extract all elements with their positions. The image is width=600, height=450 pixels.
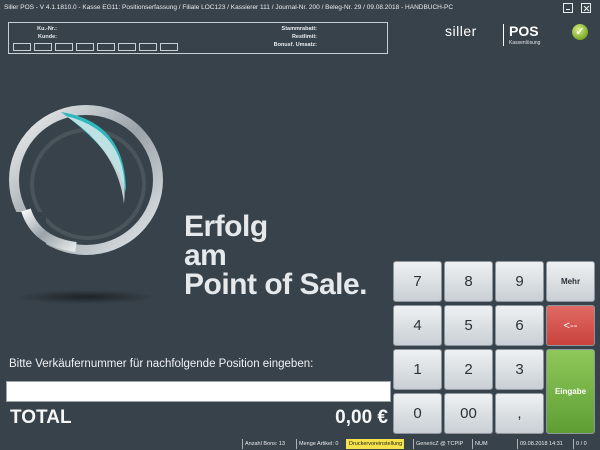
slot: [118, 43, 136, 51]
slogan: Erfolg am Point of Sale.: [184, 210, 368, 301]
salesperson-number-input[interactable]: [6, 381, 391, 402]
status-item-count: Menge Artikel: 0: [296, 439, 340, 449]
customer-number-slots: [13, 43, 178, 51]
window-title: Siller POS - V 4.1.1810.0 - Kasse EG11: …: [4, 4, 454, 11]
slot: [13, 43, 31, 51]
logo-pos-text: POS: [509, 23, 539, 39]
close-icon[interactable]: [581, 3, 591, 13]
minimize-icon[interactable]: [563, 3, 573, 13]
status-counter: 0 / 0: [573, 439, 589, 449]
key-6[interactable]: 6: [495, 305, 544, 346]
key-00[interactable]: 00: [444, 393, 493, 434]
slot: [139, 43, 157, 51]
base-discount-label: Stammrabatt:: [281, 26, 317, 32]
slot: [76, 43, 94, 51]
slot: [97, 43, 115, 51]
key-5[interactable]: 5: [444, 305, 493, 346]
bonus-revenue-label: Bonusf. Umsatz:: [273, 42, 317, 48]
slot: [160, 43, 178, 51]
key-0[interactable]: 0: [393, 393, 442, 434]
slot: [34, 43, 52, 51]
total-value: 0,00 €: [335, 407, 388, 428]
check-icon: ✓: [572, 24, 588, 40]
customer-label: Kunde:: [38, 34, 57, 40]
input-prompt: Bitte Verkäufernummer für nachfolgende P…: [9, 358, 314, 370]
status-bar: Anzahl Bons: 13 Menge Artikel: 0 Drucker…: [0, 437, 600, 450]
more-button[interactable]: Mehr: [546, 261, 595, 302]
status-printer-connection: GenericZ @ TCPIP: [413, 439, 465, 449]
logo-subtitle: Kassenlösung: [509, 40, 541, 46]
total-label: TOTAL: [10, 407, 72, 428]
keypad: 7 8 9 Mehr 4 5 6 <-- 1 2 3 Eingabe 0 00 …: [393, 261, 600, 436]
logo-divider: [503, 24, 504, 46]
siller-pos-logo: siller POS Kassenlösung: [445, 22, 555, 50]
slogan-line-2: am: [184, 239, 227, 272]
remaining-limit-label: Restlimit:: [291, 34, 317, 40]
status-datetime: 09.08.2018 14:31: [517, 439, 565, 449]
key-2[interactable]: 2: [444, 349, 493, 390]
key-1[interactable]: 1: [393, 349, 442, 390]
key-9[interactable]: 9: [495, 261, 544, 302]
status-numlock: NUM: [472, 439, 490, 449]
backspace-button[interactable]: <--: [546, 305, 595, 346]
key-3[interactable]: 3: [495, 349, 544, 390]
status-printer-preset[interactable]: Druckervoreinstellung: [346, 439, 405, 449]
status-bon-count: Anzahl Bons: 13: [242, 439, 287, 449]
key-8[interactable]: 8: [444, 261, 493, 302]
logo-siller-text: siller: [445, 23, 477, 39]
customer-info-box: Ku.-Nr.: Kunde: Stammrabatt: Restlimit: …: [8, 22, 388, 54]
slogan-line-1: Erfolg: [184, 210, 268, 243]
slogan-line-3: Point of Sale.: [184, 268, 368, 301]
slot: [55, 43, 73, 51]
key-7[interactable]: 7: [393, 261, 442, 302]
swirl-logo-graphic: [6, 105, 163, 304]
key-comma[interactable]: ,: [495, 393, 544, 434]
customer-number-label: Ku.-Nr.:: [37, 26, 57, 32]
key-4[interactable]: 4: [393, 305, 442, 346]
enter-button[interactable]: Eingabe: [546, 349, 595, 434]
